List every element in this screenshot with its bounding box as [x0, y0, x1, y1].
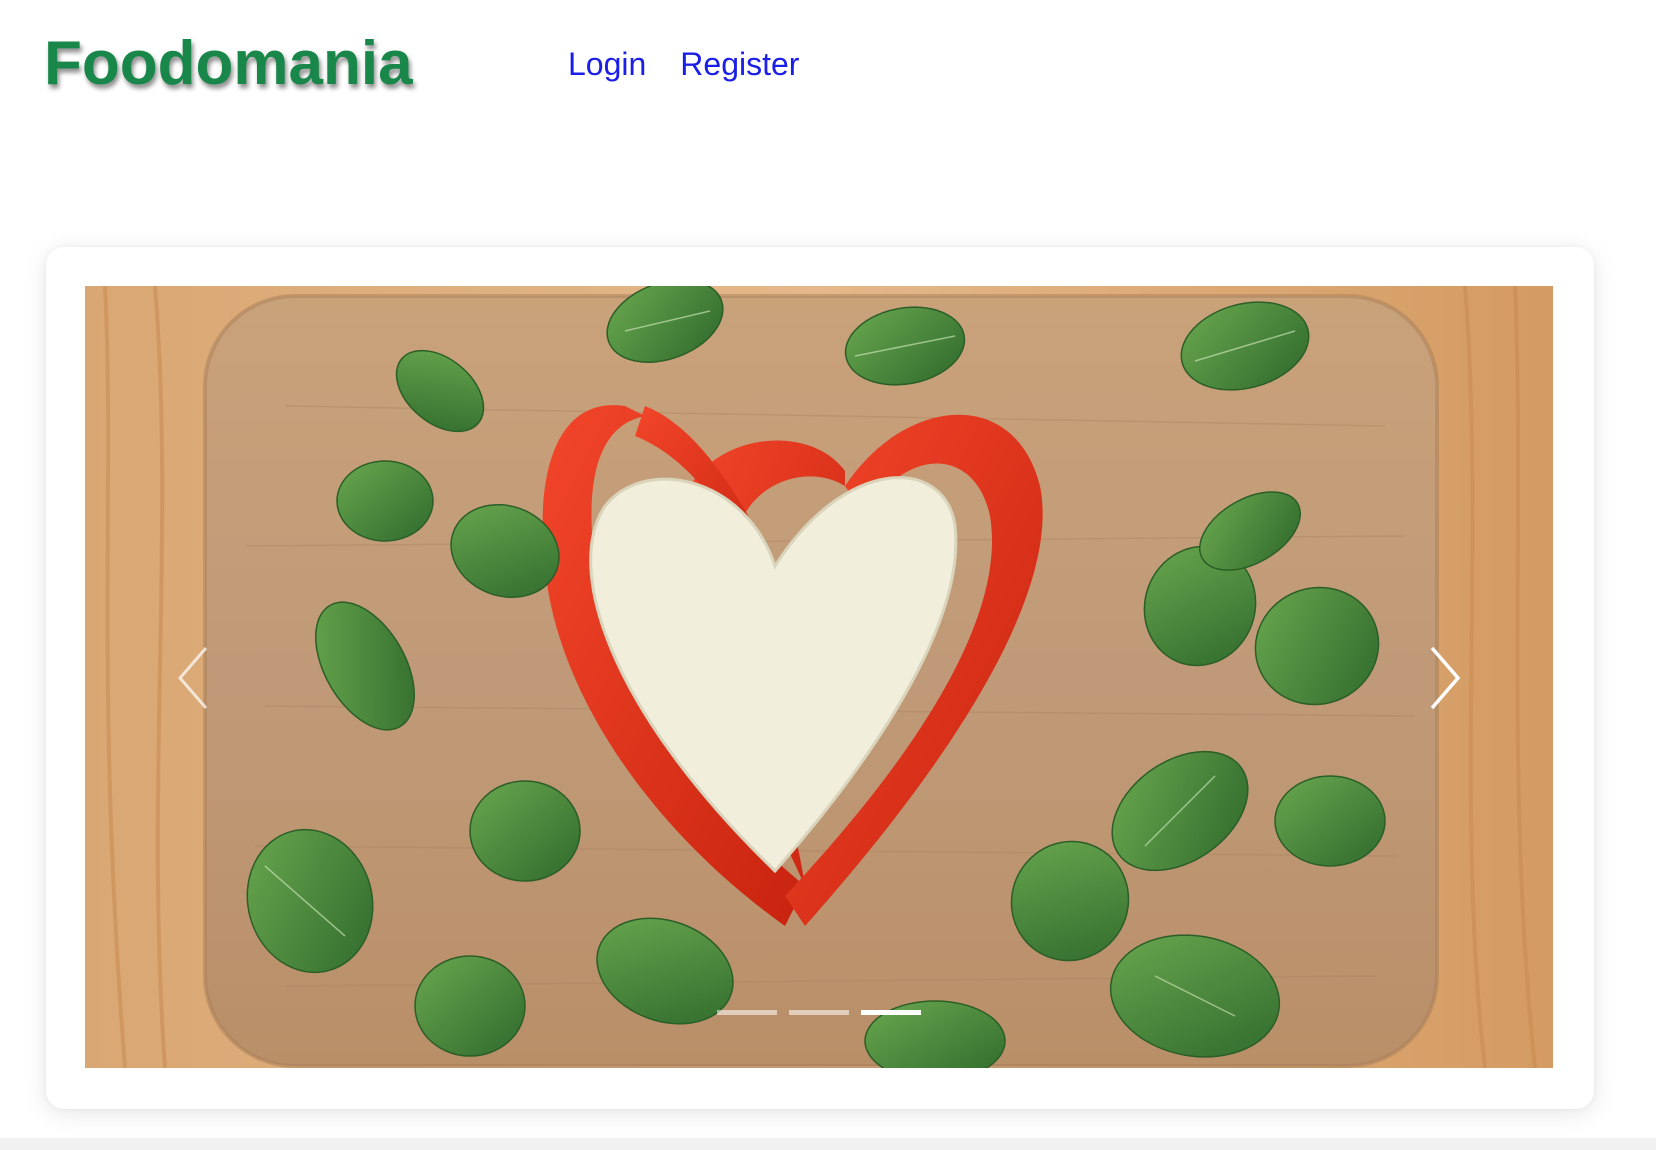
- image-carousel: [85, 286, 1553, 1068]
- login-link[interactable]: Login: [568, 44, 646, 84]
- site-logo[interactable]: Foodomania: [44, 26, 413, 102]
- carousel-indicator-2[interactable]: [789, 1010, 849, 1015]
- chevron-right-icon: [1430, 646, 1461, 710]
- top-nav: Login Register: [568, 44, 799, 84]
- carousel-slide-image: [85, 286, 1553, 1068]
- carousel-prev-button[interactable]: [166, 640, 226, 716]
- carousel-indicator-3[interactable]: [861, 1010, 921, 1015]
- register-link[interactable]: Register: [680, 44, 799, 84]
- carousel-next-button[interactable]: [1412, 640, 1472, 716]
- carousel-indicator-1[interactable]: [717, 1010, 777, 1015]
- chevron-left-icon: [178, 647, 208, 709]
- page-bottom-strip: [0, 1138, 1656, 1150]
- carousel-indicators: [717, 1010, 921, 1015]
